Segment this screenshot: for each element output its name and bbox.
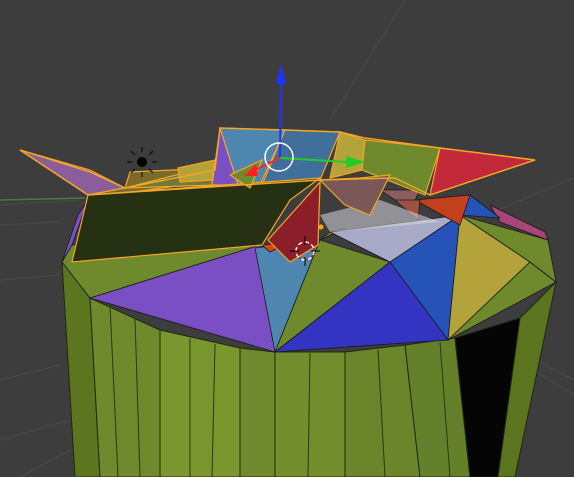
pivot-point-icon xyxy=(318,224,324,230)
viewport-canvas[interactable] xyxy=(0,0,574,477)
3d-viewport[interactable] xyxy=(0,0,574,477)
gizmo-z-arrow-icon[interactable] xyxy=(276,64,286,84)
x-axis-line xyxy=(0,197,86,201)
gizmo-z-axis[interactable] xyxy=(279,81,282,159)
sun-lamp-icon[interactable] xyxy=(127,147,157,177)
